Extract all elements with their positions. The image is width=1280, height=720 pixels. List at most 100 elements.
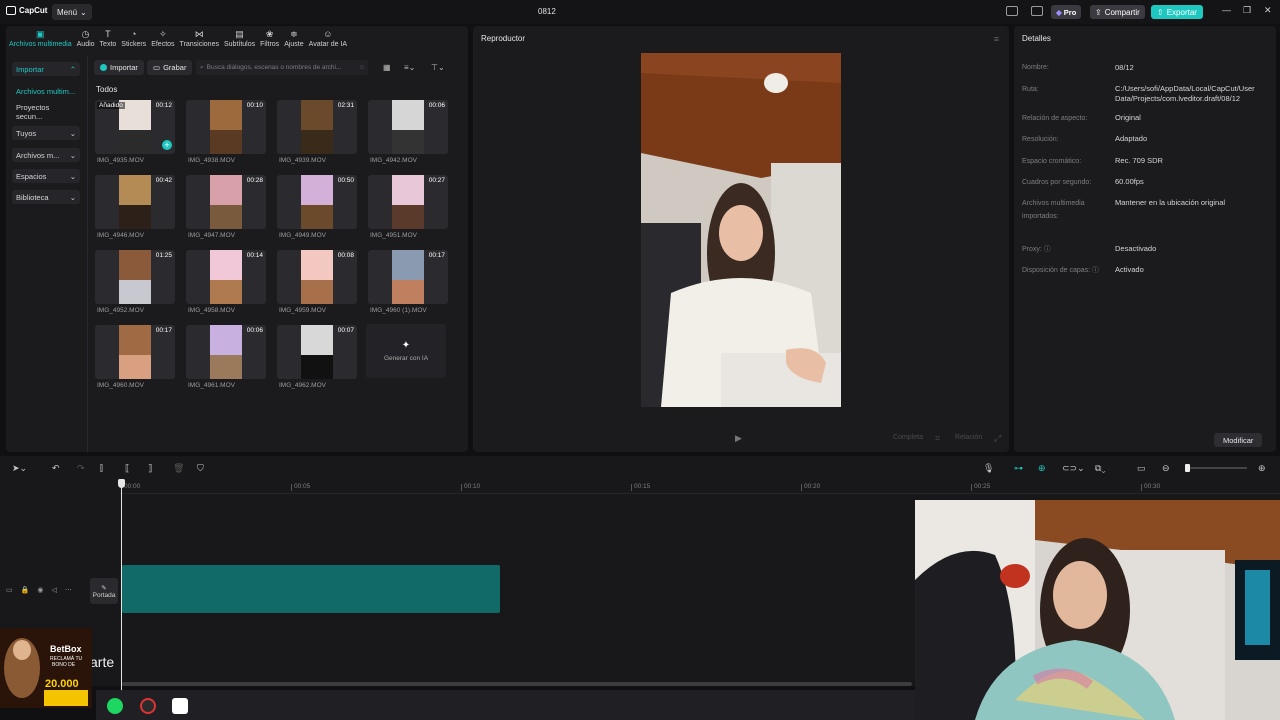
- shield-icon[interactable]: ⛉: [197, 463, 204, 474]
- tab-effects[interactable]: ✧ Efectos: [151, 26, 174, 54]
- sidebar-item-import[interactable]: Importar ⌃: [12, 62, 80, 76]
- media-thumbnail[interactable]: 00:17: [95, 325, 175, 379]
- import-button[interactable]: Importar: [94, 60, 144, 75]
- export-button[interactable]: ⇧ Exportar: [1151, 5, 1203, 19]
- timeline-clip[interactable]: [122, 565, 500, 613]
- media-thumbnail[interactable]: 00:50: [277, 175, 357, 229]
- tab-stickers[interactable]: ◔ Stickers: [121, 26, 146, 54]
- play-icon[interactable]: ▶: [735, 433, 742, 444]
- help-icon[interactable]: ⓘ: [1044, 246, 1051, 253]
- media-thumbnail[interactable]: 00:06: [186, 325, 266, 379]
- media-thumbnail[interactable]: 01:25: [95, 250, 175, 304]
- cover-button[interactable]: ✎ Portada: [90, 578, 118, 604]
- sidebar-item-library[interactable]: Biblioteca ⌄: [12, 190, 80, 204]
- pencil-icon: ✎: [101, 584, 107, 592]
- caption-icon[interactable]: ▭: [1137, 463, 1146, 474]
- logo-text: CapCut: [19, 6, 48, 15]
- chevron-down-icon: ⌄: [69, 128, 76, 138]
- media-thumbnail[interactable]: 02:31: [277, 100, 357, 154]
- detail-key: Proxy: ⓘ: [1022, 243, 1112, 256]
- lock-icon[interactable]: 🔒: [21, 586, 30, 594]
- playhead-handle[interactable]: [118, 479, 125, 488]
- player-menu-icon[interactable]: ≡: [994, 34, 999, 44]
- media-thumbnail[interactable]: 00:07: [277, 325, 357, 379]
- help-icon[interactable]: ⓘ: [1092, 267, 1099, 274]
- media-thumbnail[interactable]: 00:14: [186, 250, 266, 304]
- taskbar: [96, 690, 916, 720]
- magnet-icon[interactable]: ⊕: [1038, 463, 1046, 474]
- media-thumbnail[interactable]: 00:08: [277, 250, 357, 304]
- menu-button[interactable]: Menú ⌄: [52, 4, 92, 20]
- track-toggle-icon[interactable]: ▭: [6, 586, 13, 594]
- tab-transitions[interactable]: ⋈ Transiciones: [180, 26, 219, 54]
- crop-icon[interactable]: ⌗: [935, 433, 940, 444]
- capcut-taskbar-icon[interactable]: [172, 698, 188, 714]
- media-thumbnail[interactable]: 00:42: [95, 175, 175, 229]
- grid-view-icon[interactable]: ▦: [383, 63, 391, 72]
- tab-subtitles[interactable]: ▤ Subtítulos: [224, 26, 255, 54]
- speaker-icon[interactable]: ◁: [51, 586, 56, 594]
- tab-media[interactable]: ▣ Archivos multimedia: [9, 26, 72, 54]
- media-thumbnail[interactable]: Añadido +00:12: [95, 100, 175, 154]
- tab-audio[interactable]: ◷ Audio: [77, 26, 95, 54]
- delete-icon[interactable]: 🗑: [173, 463, 184, 474]
- eye-icon[interactable]: ◉: [37, 586, 43, 594]
- more-icon[interactable]: ⋯: [65, 586, 72, 594]
- share-button[interactable]: ⇪ Compartir: [1090, 5, 1145, 19]
- close-icon[interactable]: ✕: [1264, 5, 1272, 16]
- redo-icon[interactable]: ↷: [77, 463, 85, 474]
- pro-badge[interactable]: ◆ Pro: [1051, 5, 1082, 19]
- tab-filters[interactable]: ❀ Filtros: [260, 26, 279, 54]
- media-thumbnail[interactable]: 00:17: [368, 250, 448, 304]
- sidebar-item-label: Tuyos: [16, 128, 37, 138]
- trim-left-icon[interactable]: ⟦: [125, 463, 129, 474]
- modify-button[interactable]: Modificar: [1214, 433, 1263, 447]
- add-to-timeline-icon[interactable]: +: [162, 140, 172, 150]
- zoom-select[interactable]: Completa: [893, 434, 923, 441]
- sidebar-item-media-archive[interactable]: Archivos m... ⌄: [12, 148, 80, 162]
- timeline-ruler[interactable]: 00:00 00:05 00:10 00:15 00:20 00:25 00:3…: [120, 480, 1280, 494]
- trim-right-icon[interactable]: ⟧: [148, 463, 152, 474]
- media-thumbnail[interactable]: 00:27: [368, 175, 448, 229]
- zoom-out-icon[interactable]: ⊖: [1162, 463, 1170, 474]
- microphone-icon[interactable]: 🎙: [983, 463, 994, 474]
- media-thumbnail[interactable]: 00:10: [186, 100, 266, 154]
- sidebar-item-media-files[interactable]: Archivos multim...: [12, 84, 80, 98]
- preview-video[interactable]: [641, 53, 841, 407]
- generate-ai-button[interactable]: ✦ Generar con IA: [366, 324, 446, 378]
- audio-icon: ◷: [81, 29, 90, 39]
- zoom-slider-handle[interactable]: [1185, 464, 1190, 472]
- sidebar-item-yours[interactable]: Tuyos ⌄: [12, 126, 80, 140]
- media-thumbnail[interactable]: 00:28: [186, 175, 266, 229]
- sort-icon[interactable]: ≡⌄: [404, 63, 415, 72]
- app-icon[interactable]: [140, 698, 156, 714]
- sidebar-item-spaces[interactable]: Espacios ⌄: [12, 169, 80, 183]
- select-tool-icon[interactable]: ➤⌄: [12, 463, 27, 474]
- record-button[interactable]: ▭ Grabar: [147, 60, 193, 75]
- zoom-in-icon[interactable]: ⊕: [1258, 463, 1266, 474]
- undo-icon[interactable]: ↶: [52, 463, 60, 474]
- fullscreen-icon[interactable]: ⤢: [994, 433, 1001, 444]
- tab-adjust[interactable]: ≑ Ajuste: [284, 26, 303, 54]
- maximize-icon[interactable]: ❐: [1243, 5, 1251, 16]
- refresh-icon[interactable]: ◌: [360, 64, 364, 71]
- minimize-icon[interactable]: —: [1222, 5, 1231, 15]
- tab-ai-avatar[interactable]: ☺ Avatar de IA: [309, 26, 347, 54]
- filter-icon[interactable]: ⊤⌄: [431, 63, 445, 72]
- tab-text[interactable]: T Texto: [100, 26, 117, 54]
- search-input[interactable]: ⌕ Busca diálogos, escenas o nombres de ar…: [196, 60, 368, 75]
- media-thumbnail[interactable]: 00:06: [368, 100, 448, 154]
- zoom-slider[interactable]: [1185, 467, 1247, 469]
- timeline-scrollbar[interactable]: [122, 682, 912, 686]
- playhead[interactable]: [121, 480, 122, 690]
- sidebar-item-secondary-projects[interactable]: Proyectos secun...: [12, 103, 80, 121]
- preview-axis-icon[interactable]: ⧉⌄: [1095, 463, 1106, 474]
- chain-icon[interactable]: ⊂⊃⌄: [1062, 463, 1085, 474]
- split-icon[interactable]: ⫿: [100, 463, 103, 474]
- spotify-icon[interactable]: [107, 698, 123, 714]
- ratio-select[interactable]: Relación: [955, 434, 982, 441]
- layout-icon[interactable]: [1006, 6, 1018, 16]
- shortcuts-icon[interactable]: [1031, 6, 1043, 16]
- ad-banner[interactable]: BetBox RECLAMÁ TU BONO DE 20.000: [0, 628, 92, 708]
- link-icon[interactable]: ⊶: [1014, 463, 1023, 474]
